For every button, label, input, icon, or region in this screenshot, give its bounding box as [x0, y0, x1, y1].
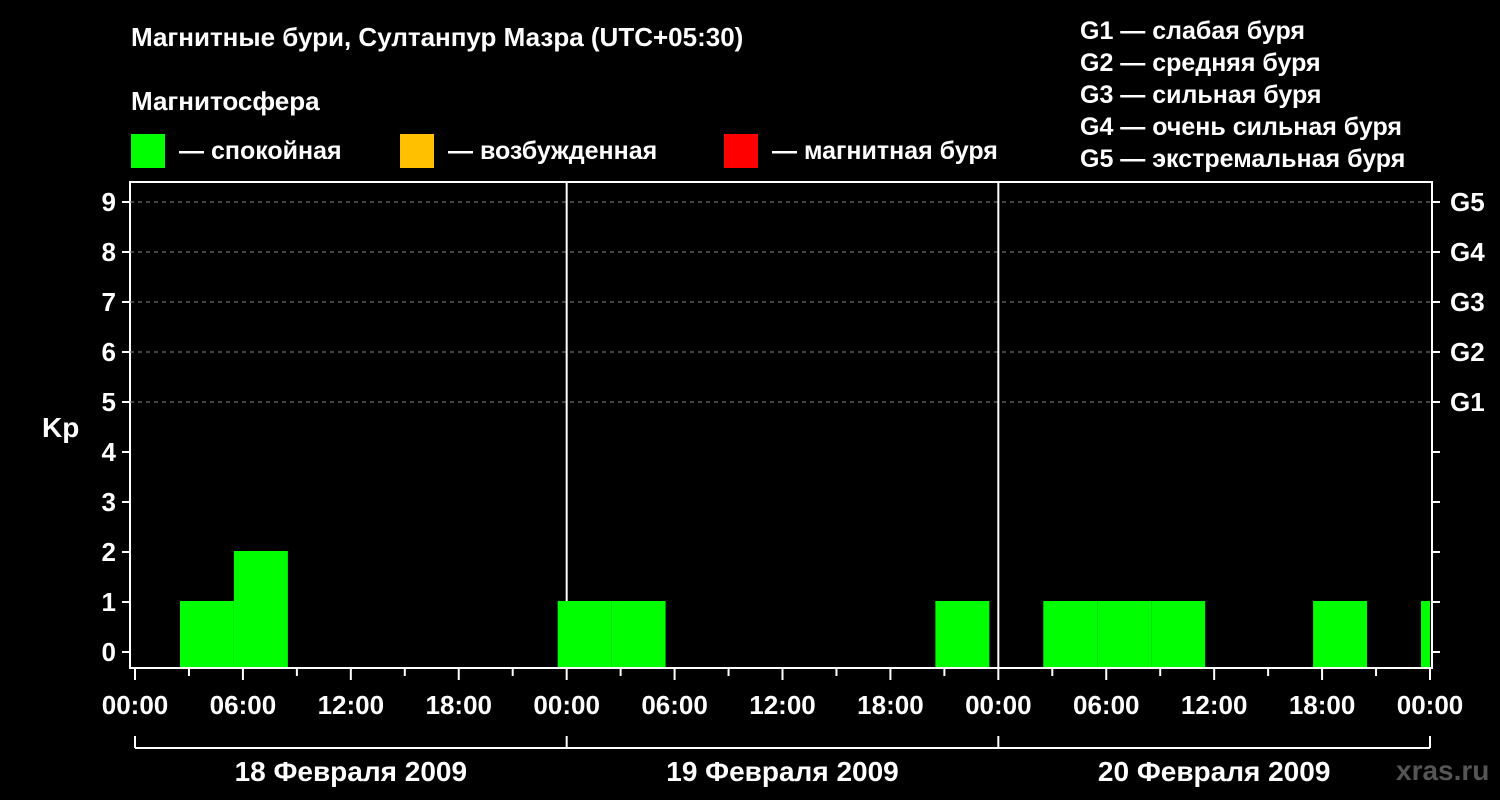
g-tick-label: G4 [1450, 237, 1485, 267]
kp-chart: 0 1 2 3 4 5 6 7 8 9 G1 G2 G3 G4 G5 00:00 06:00 12:00 18:00… [102, 181, 1485, 787]
y-tick-label: 4 [102, 437, 117, 467]
x-tick-label: 06:00 [1073, 690, 1140, 720]
g-tick-label: G2 [1450, 337, 1485, 367]
y-tick-label: 0 [102, 637, 116, 667]
g-tick-label: G3 [1450, 287, 1485, 317]
x-tick-label: 00:00 [1397, 690, 1464, 720]
x-tick-label: 06:00 [641, 690, 708, 720]
plot-frame [129, 181, 1433, 669]
kp-bar [935, 601, 990, 667]
x-tick-label: 18:00 [1289, 690, 1356, 720]
kp-bar [233, 551, 288, 667]
x-tick-label: 00:00 [965, 690, 1032, 720]
kp-bar [611, 601, 666, 667]
kp-bar [1043, 601, 1098, 667]
y-tick-label: 7 [102, 287, 116, 317]
watermark: xras.ru [1396, 755, 1490, 786]
x-tick-label: 12:00 [318, 690, 385, 720]
y-tick-label: 3 [102, 487, 116, 517]
kp-bar [1313, 601, 1368, 667]
g-tick-label: G1 [1450, 387, 1485, 417]
kp-bar [1421, 601, 1430, 667]
day-label: 19 Февраля 2009 [666, 756, 898, 787]
y-tick-label: 9 [102, 187, 116, 217]
day-label: 18 Февраля 2009 [235, 756, 467, 787]
x-tick-label: 00:00 [533, 690, 600, 720]
y-tick-label: 6 [102, 337, 116, 367]
day-label: 20 Февраля 2009 [1098, 756, 1330, 787]
y-tick-label: 2 [102, 537, 116, 567]
kp-bar [557, 601, 612, 667]
x-tick-label: 00:00 [102, 690, 169, 720]
x-tick-label: 12:00 [1181, 690, 1248, 720]
x-tick-label: 12:00 [749, 690, 816, 720]
y-tick-label: 8 [102, 237, 116, 267]
g-tick-label: G5 [1450, 187, 1485, 217]
x-tick-label: 18:00 [426, 690, 493, 720]
y-tick-label: 1 [102, 587, 116, 617]
y-tick-label: 5 [102, 387, 116, 417]
kp-bar [1151, 601, 1206, 667]
kp-bar [1097, 601, 1152, 667]
kp-bar [179, 601, 234, 667]
x-tick-label: 18:00 [857, 690, 924, 720]
x-tick-label: 06:00 [210, 690, 277, 720]
